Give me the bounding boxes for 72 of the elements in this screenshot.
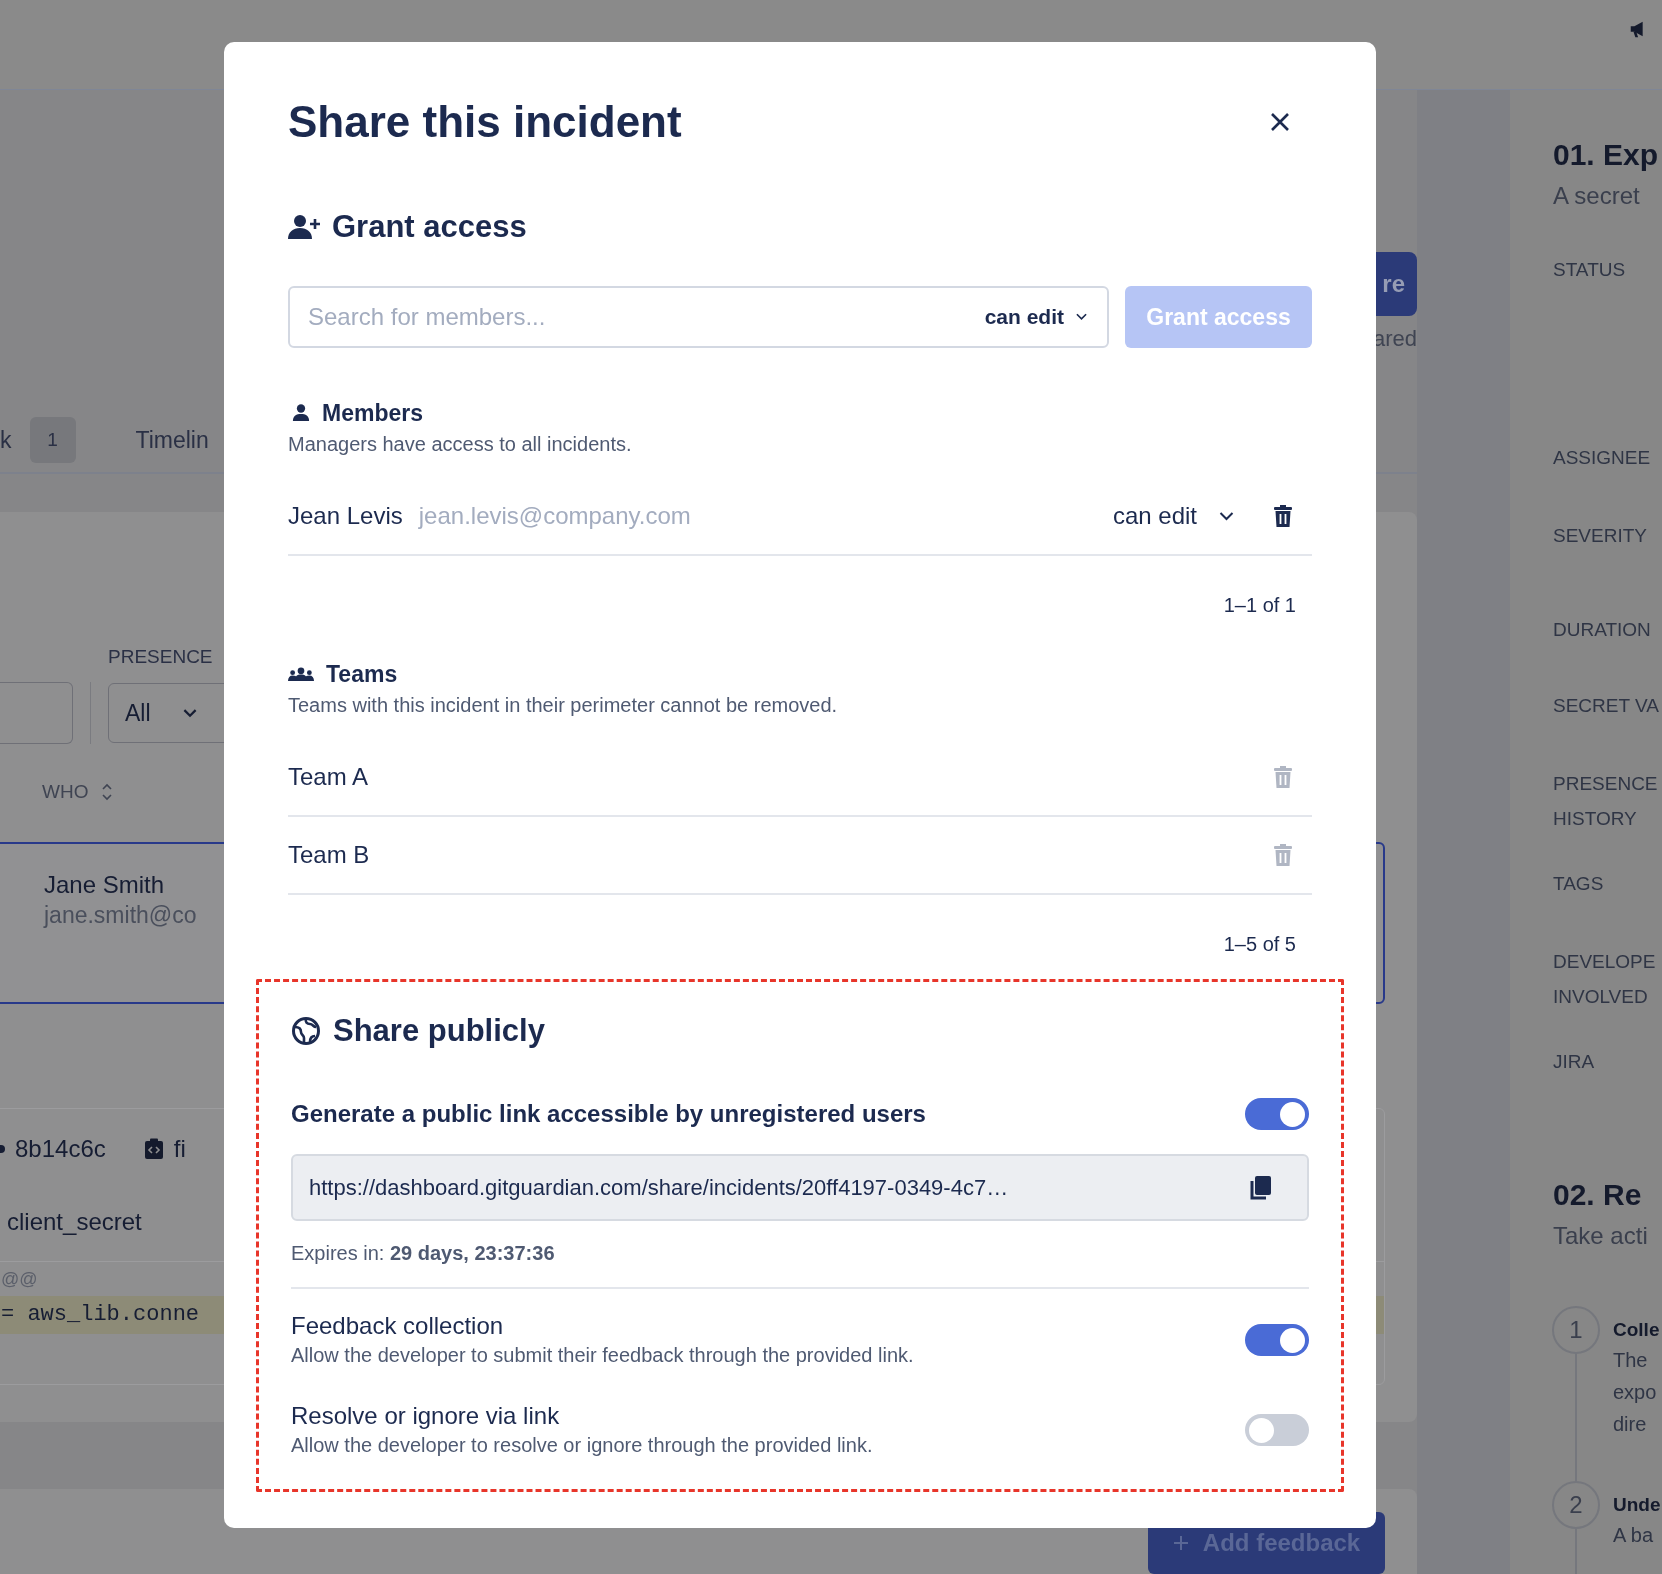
field-label: STATUS	[1553, 258, 1627, 282]
chevron-down-icon	[1219, 511, 1234, 521]
filter-label: PRESENCE	[108, 645, 213, 669]
step-text: dire	[1613, 1412, 1648, 1437]
dialog-title: Share this incident	[288, 96, 682, 148]
section-subtitle: A secret	[1553, 181, 1641, 211]
users-icon	[288, 666, 314, 682]
pagination-text: 1–1 of 1	[1223, 593, 1297, 618]
copy-icon[interactable]	[1249, 1175, 1271, 1200]
field-label: TAGS	[1553, 872, 1605, 896]
tab[interactable]: k 1	[0, 417, 76, 463]
section-description: Managers have access to all incidents.	[288, 432, 633, 457]
step-text: The	[1613, 1348, 1649, 1373]
section-heading: Teams	[326, 660, 398, 688]
permission-dropdown[interactable]: can edit	[1112, 502, 1234, 530]
globe-icon	[291, 1016, 321, 1046]
field-label: ASSIGNEE	[1553, 446, 1652, 470]
tab[interactable]: Timelin	[135, 426, 209, 454]
toggle-switch[interactable]	[1245, 1414, 1309, 1446]
section-title: 02. Re	[1553, 1177, 1643, 1213]
count-badge: 1	[29, 417, 76, 463]
user-plus-icon	[288, 214, 320, 240]
public-link-label: Generate a public link accessible by unregistered users	[291, 1100, 926, 1128]
search-field[interactable]: Search for members... can edit	[288, 286, 1109, 348]
secret-name: client_secret	[7, 1207, 142, 1237]
expiry-text: Expires in: 29 days, 23:37:36	[291, 1241, 1309, 1289]
trash-icon[interactable]	[1274, 505, 1292, 527]
chevron-down-icon	[1076, 313, 1087, 321]
section-title: 01. Exp	[1553, 137, 1660, 173]
member-name: Jean Levis	[288, 502, 403, 530]
field-label: SEVERITY	[1553, 524, 1648, 548]
commit-hash[interactable]: 8b14c6c	[15, 1135, 106, 1163]
section-subtitle: Take acti	[1553, 1221, 1649, 1251]
option-description: Allow the developer to resolve or ignore through the provided link.	[291, 1433, 873, 1458]
section-heading: Members	[322, 399, 423, 427]
field-label: DEVELOPE INVOLVED	[1553, 950, 1657, 1009]
plus-icon	[1172, 1535, 1189, 1551]
toggle-switch[interactable]	[1245, 1098, 1309, 1130]
file-code-icon	[143, 1138, 164, 1160]
member-email: jean.levis@company.com	[418, 502, 692, 530]
field-label: DURATION	[1553, 618, 1652, 642]
section-description: Teams with this incident in their perimeter cannot be removed.	[288, 693, 839, 718]
step-title: Unde	[1613, 1493, 1661, 1517]
column-header[interactable]: WHO	[42, 780, 89, 804]
team-name: Team B	[288, 841, 370, 869]
pagination-text: 1–5 of 5	[1223, 932, 1297, 957]
chevron-down-icon	[182, 708, 197, 718]
field-label: SECRET VA	[1553, 694, 1660, 718]
step-title: Colle	[1613, 1318, 1660, 1342]
team-name: Team A	[288, 763, 369, 791]
user-email: jane.smith@co	[44, 901, 197, 930]
field-label: PRESENCE HISTORY	[1553, 772, 1659, 831]
section-heading: Grant access	[332, 208, 527, 246]
step-text: A ba	[1613, 1523, 1655, 1548]
file-name[interactable]: fi	[173, 1135, 186, 1163]
permission-dropdown[interactable]: can edit	[984, 305, 1087, 329]
diff-hunk: @@	[1, 1268, 38, 1290]
link-url: https://dashboard.gitguardian.com/share/incidents/20ff4197-0349-4c7…	[309, 1174, 1009, 1201]
link-field[interactable]: https://dashboard.gitguardian.com/share/incidents/20ff4197-0349-4c7…	[291, 1154, 1309, 1221]
step-number: 1	[1552, 1306, 1600, 1354]
user-name: Jane Smith	[44, 870, 165, 900]
step-number: 2	[1552, 1481, 1600, 1529]
sort-icon[interactable]	[102, 783, 113, 801]
user-icon	[292, 404, 310, 422]
field-label: JIRA	[1553, 1050, 1596, 1074]
section-heading: Share publicly	[333, 1012, 545, 1050]
close-icon[interactable]	[1270, 112, 1290, 132]
toggle-switch[interactable]	[1245, 1324, 1309, 1356]
input-field[interactable]	[0, 682, 73, 744]
step-text: expo	[1613, 1380, 1658, 1405]
option-label: Resolve or ignore via link	[291, 1401, 561, 1431]
option-description: Allow the developer to submit their feedback through the provided link.	[291, 1343, 914, 1368]
